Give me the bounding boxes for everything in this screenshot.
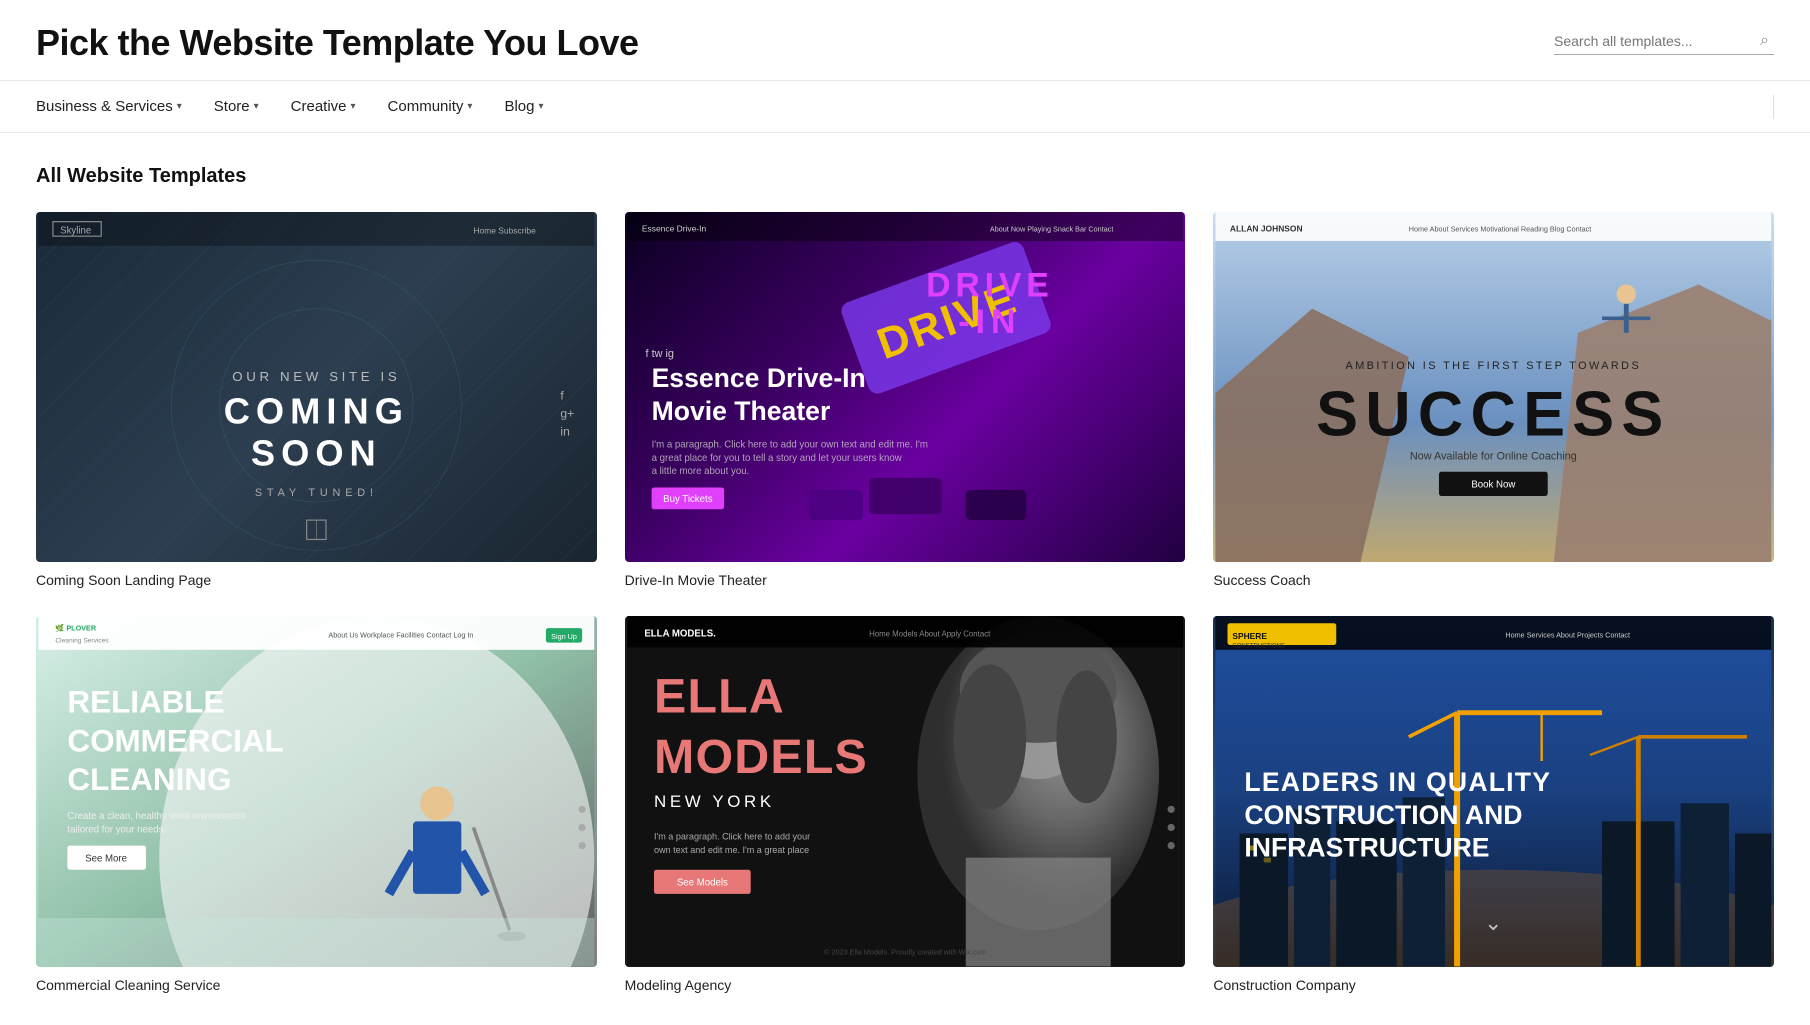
svg-text:own text and edit me. I'm a gr: own text and edit me. I'm a great place xyxy=(654,845,809,855)
svg-text:g+: g+ xyxy=(560,406,574,420)
template-name-construction: Construction Company xyxy=(1213,977,1774,993)
page-title: Pick the Website Template You Love xyxy=(36,22,639,64)
svg-text:🌿 PLOVER: 🌿 PLOVER xyxy=(55,624,97,633)
svg-text:COMING: COMING xyxy=(224,390,409,431)
template-name-cleaning: Commercial Cleaning Service xyxy=(36,977,597,993)
svg-text:Book Now: Book Now xyxy=(1472,479,1516,490)
svg-text:CONSTRUCTIONS: CONSTRUCTIONS xyxy=(1233,644,1286,650)
template-thumb-construction: SPHERE CONSTRUCTIONS Home Services About… xyxy=(1213,616,1774,966)
chevron-down-icon: ▾ xyxy=(538,101,543,112)
nav-item-blog[interactable]: Blog ▾ xyxy=(504,84,543,129)
svg-text:Create a clean, healthy work e: Create a clean, healthy work environment xyxy=(67,811,246,822)
svg-text:LEADERS IN QUALITY: LEADERS IN QUALITY xyxy=(1245,768,1552,798)
section-title: All Website Templates xyxy=(36,165,1774,188)
page-header: Pick the Website Template You Love ⌕ xyxy=(0,0,1810,81)
template-card-modeling[interactable]: ELLA MODELS. Home Models About Apply Con… xyxy=(625,616,1186,992)
svg-text:Home About Services Motivat: Home About Services Motivational Reading… xyxy=(1409,224,1592,233)
template-card-construction[interactable]: SPHERE CONSTRUCTIONS Home Services About… xyxy=(1213,616,1774,992)
svg-text:Skyline: Skyline xyxy=(60,226,91,237)
svg-text:About Now Playing Snack Bar: About Now Playing Snack Bar Contact xyxy=(990,224,1113,233)
svg-text:SOON: SOON xyxy=(251,433,382,474)
svg-text:Sign Up: Sign Up xyxy=(551,632,577,641)
template-thumb-drive-in: Essence Drive-In About Now Playing Snack… xyxy=(625,212,1186,562)
svg-text:DRIVE: DRIVE xyxy=(926,267,1054,305)
template-thumb-coming-soon: Skyline Home Subscribe OUR NEW SITE IS C… xyxy=(36,212,597,562)
svg-text:Now Available for Online Coach: Now Available for Online Coaching xyxy=(1410,451,1577,463)
chevron-down-icon: ▾ xyxy=(254,101,259,112)
svg-text:COMMERCIAL: COMMERCIAL xyxy=(67,724,283,759)
template-name-modeling: Modeling Agency xyxy=(625,977,1186,993)
search-icon[interactable]: ⌕ xyxy=(1760,32,1769,50)
nav-label-creative: Creative xyxy=(291,98,347,115)
nav-item-creative[interactable]: Creative ▾ xyxy=(291,84,356,129)
svg-text:a great place for you to tell: a great place for you to tell a story an… xyxy=(651,453,901,464)
nav-item-store[interactable]: Store ▾ xyxy=(214,84,259,129)
svg-text:SPHERE: SPHERE xyxy=(1233,631,1268,641)
template-card-success[interactable]: ALLAN JOHNSON Home About Services Motiva… xyxy=(1213,212,1774,588)
svg-text:See More: See More xyxy=(85,854,127,865)
template-card-drive-in[interactable]: Essence Drive-In About Now Playing Snack… xyxy=(625,212,1186,588)
template-thumb-success: ALLAN JOHNSON Home About Services Motiva… xyxy=(1213,212,1774,562)
svg-text:tailored for your needs.: tailored for your needs. xyxy=(67,825,166,836)
svg-text:STAY TUNED!: STAY TUNED! xyxy=(255,487,378,499)
svg-text:Home Services About Proj: Home Services About Projects Contact xyxy=(1506,631,1631,640)
nav-label-business: Business & Services xyxy=(36,98,173,115)
svg-text:AMBITION IS THE FIRST STEP TOW: AMBITION IS THE FIRST STEP TOWARDS xyxy=(1346,360,1642,372)
category-nav: Business & Services ▾ Store ▾ Creative ▾… xyxy=(0,81,1810,133)
svg-text:About Us Workplace Facilit: About Us Workplace Facilities Contact Lo… xyxy=(328,631,473,640)
svg-text:INFRASTRUCTURE: INFRASTRUCTURE xyxy=(1245,833,1490,863)
nav-item-community[interactable]: Community ▾ xyxy=(388,84,473,129)
svg-text:-IN: -IN xyxy=(958,303,1021,341)
svg-text:I'm a paragraph. Click here to: I'm a paragraph. Click here to add your … xyxy=(651,440,927,451)
template-name-coming-soon: Coming Soon Landing Page xyxy=(36,572,597,588)
svg-text:⌄: ⌄ xyxy=(1485,911,1503,936)
template-card-cleaning[interactable]: 🌿 PLOVER Cleaning Services About Us Work… xyxy=(36,616,597,992)
chevron-down-icon: ▾ xyxy=(351,101,356,112)
svg-text:Essence Drive-In: Essence Drive-In xyxy=(651,363,865,393)
template-name-drive-in: Drive-In Movie Theater xyxy=(625,572,1186,588)
template-grid: Skyline Home Subscribe OUR NEW SITE IS C… xyxy=(36,212,1774,993)
svg-text:© 2023 Ella Models. Proudly cr: © 2023 Ella Models. Proudly created with… xyxy=(824,948,986,957)
svg-text:a little more about you.: a little more about you. xyxy=(651,466,749,477)
svg-text:Cleaning Services: Cleaning Services xyxy=(55,638,109,645)
template-name-success: Success Coach xyxy=(1213,572,1774,588)
chevron-down-icon: ▾ xyxy=(467,101,472,112)
search-container[interactable]: ⌕ xyxy=(1554,32,1774,55)
svg-text:Home Models About Apply: Home Models About Apply Contact xyxy=(869,630,991,639)
svg-text:f tw ig: f tw ig xyxy=(645,348,673,360)
main-content: All Website Templates Skyline H xyxy=(0,133,1810,1025)
svg-text:Buy Tickets: Buy Tickets xyxy=(663,494,713,505)
svg-text:OUR NEW SITE IS: OUR NEW SITE IS xyxy=(232,369,400,384)
search-input[interactable] xyxy=(1554,33,1754,49)
svg-text:SUCCESS: SUCCESS xyxy=(1316,380,1671,450)
nav-label-community: Community xyxy=(388,98,464,115)
svg-text:ALLAN JOHNSON: ALLAN JOHNSON xyxy=(1230,223,1303,233)
template-card-coming-soon[interactable]: Skyline Home Subscribe OUR NEW SITE IS C… xyxy=(36,212,597,588)
svg-text:NEW YORK: NEW YORK xyxy=(654,792,775,811)
svg-text:CONSTRUCTION AND: CONSTRUCTION AND xyxy=(1245,800,1523,830)
svg-text:Home Subscribe: Home Subscribe xyxy=(473,226,536,236)
svg-text:MODELS: MODELS xyxy=(654,730,868,784)
svg-text:RELIABLE: RELIABLE xyxy=(67,685,224,720)
svg-text:Movie Theater: Movie Theater xyxy=(651,396,830,426)
svg-text:See Models: See Models xyxy=(676,878,727,889)
svg-text:Essence Drive-In: Essence Drive-In xyxy=(642,223,707,233)
svg-text:CLEANING: CLEANING xyxy=(67,762,231,797)
nav-item-business[interactable]: Business & Services ▾ xyxy=(36,84,182,129)
svg-text:I'm a paragraph. Click here to: I'm a paragraph. Click here to add your xyxy=(654,832,810,842)
template-thumb-modeling: ELLA MODELS. Home Models About Apply Con… xyxy=(625,616,1186,966)
svg-text:ELLA MODELS.: ELLA MODELS. xyxy=(644,629,716,640)
nav-label-store: Store xyxy=(214,98,250,115)
nav-label-blog: Blog xyxy=(504,98,534,115)
nav-divider xyxy=(1773,95,1774,119)
template-thumb-cleaning: 🌿 PLOVER Cleaning Services About Us Work… xyxy=(36,616,597,966)
svg-text:in: in xyxy=(560,425,569,439)
svg-text:ELLA: ELLA xyxy=(654,670,785,724)
chevron-down-icon: ▾ xyxy=(177,101,182,112)
